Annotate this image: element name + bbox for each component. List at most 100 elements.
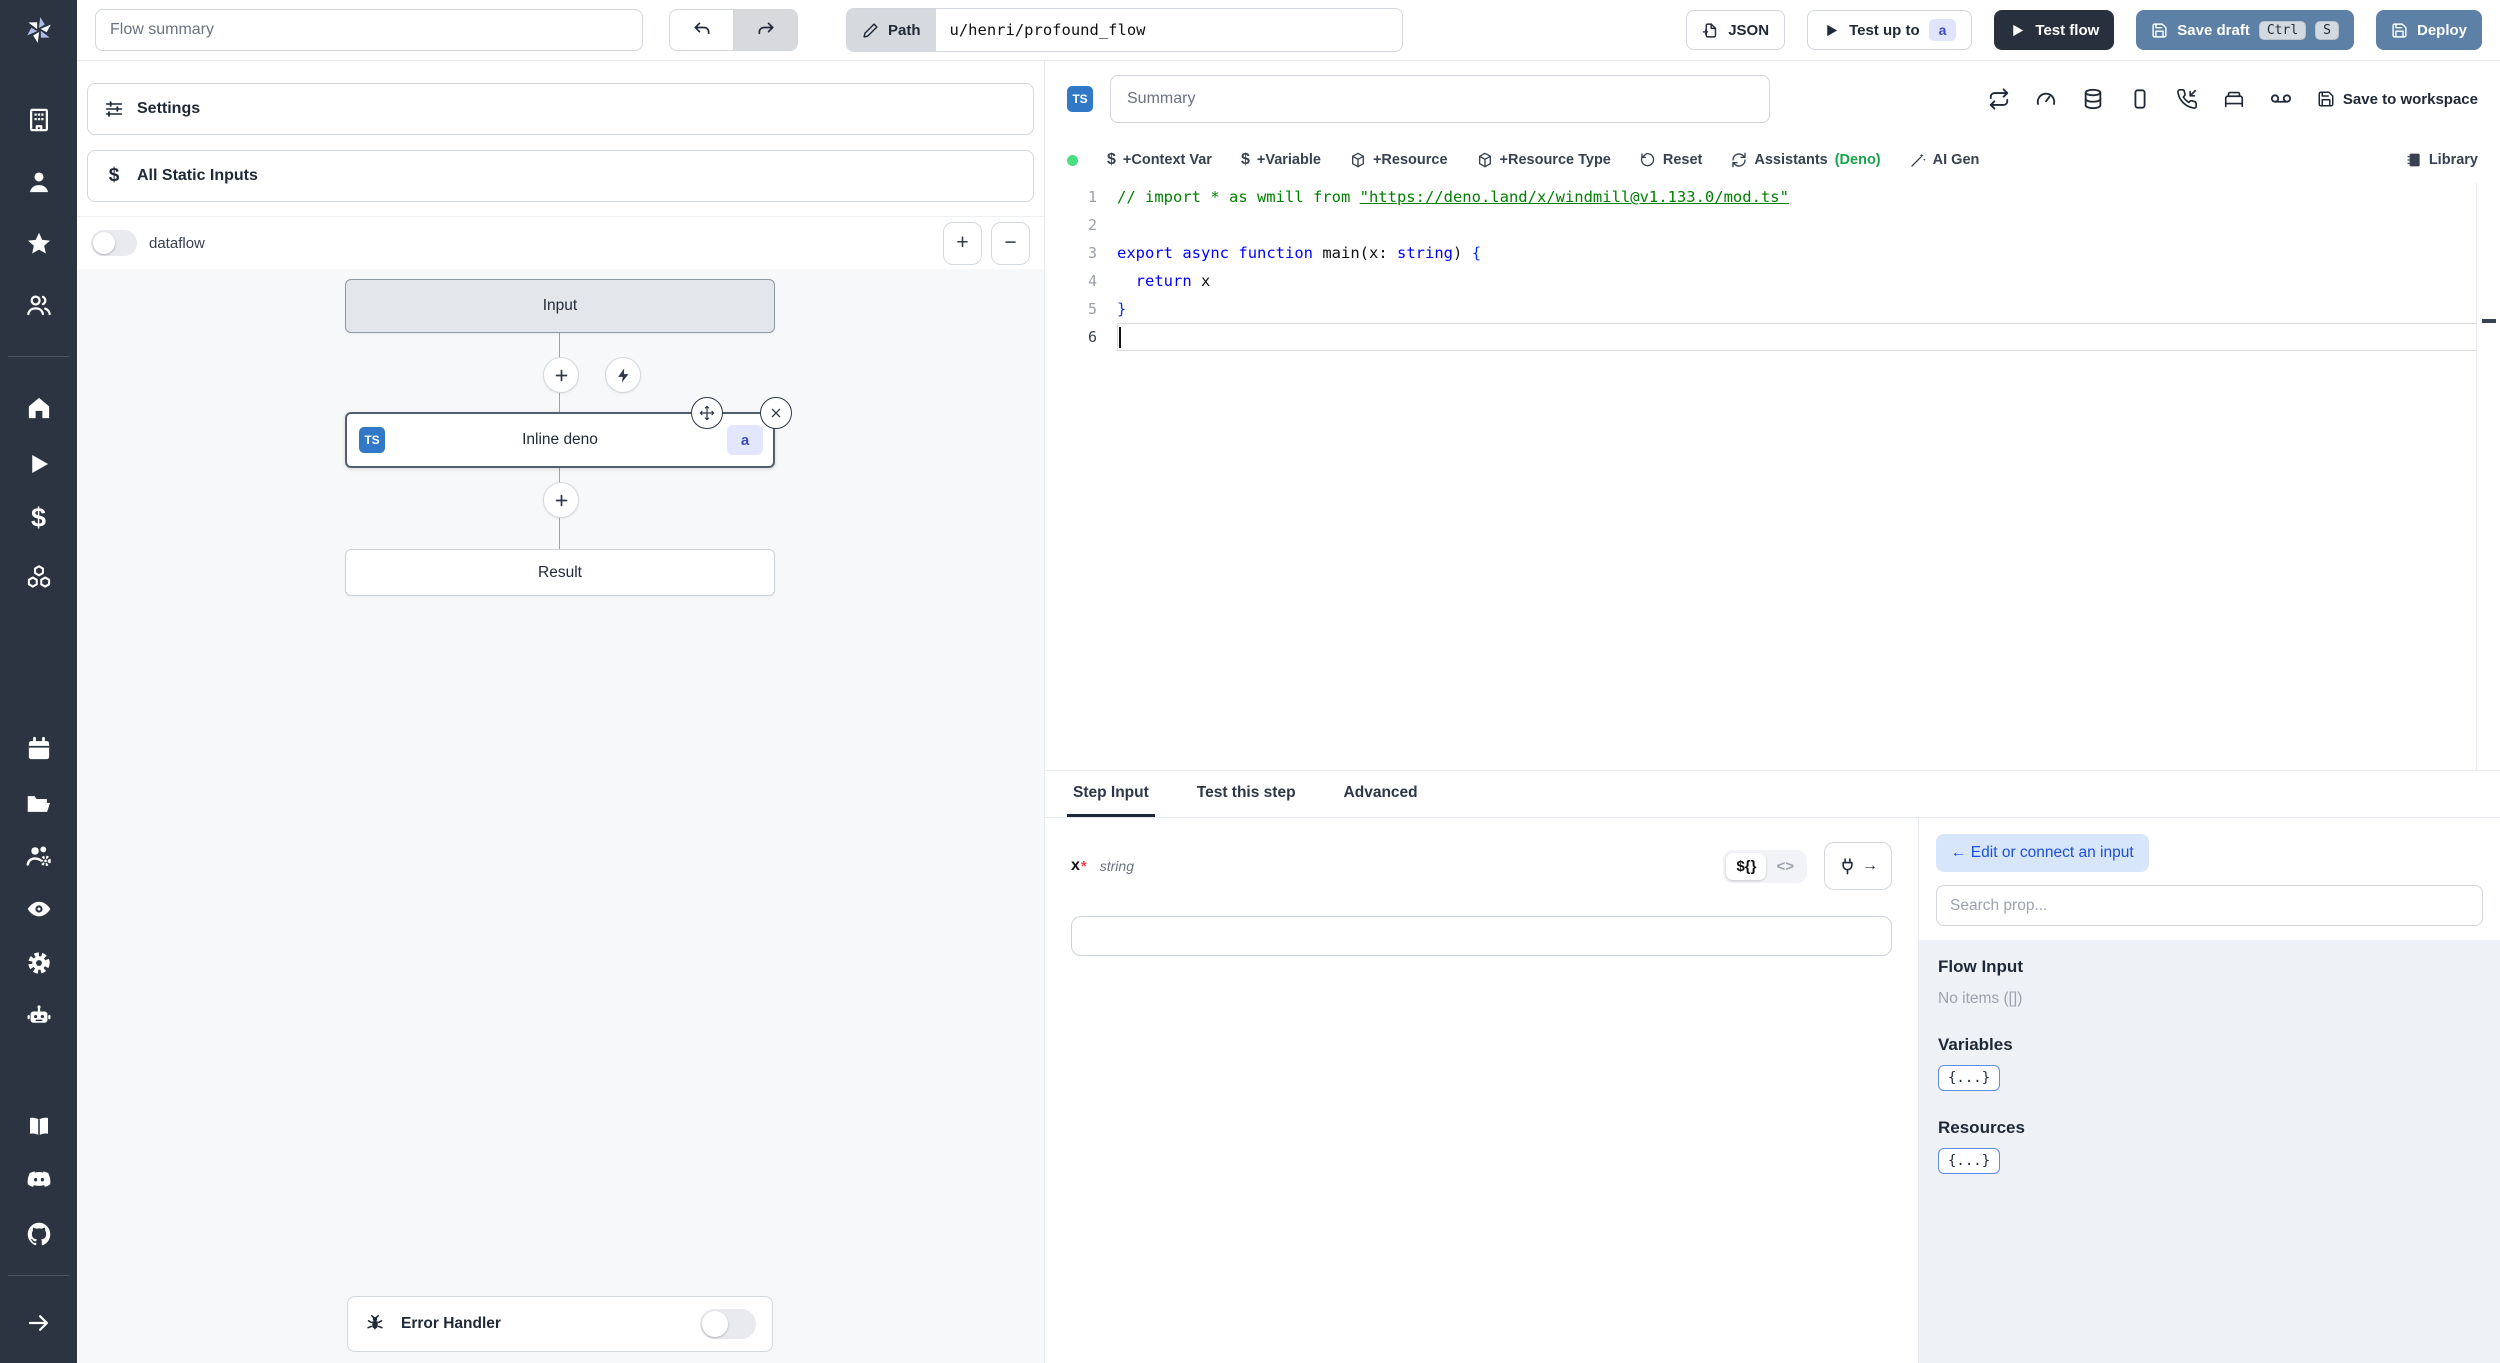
redo-icon xyxy=(758,22,773,35)
reset-button[interactable]: Reset xyxy=(1640,152,1702,168)
add-context-var-button[interactable]: $ +Context Var xyxy=(1107,151,1212,169)
redo-button[interactable] xyxy=(733,10,797,50)
kbd-s: S xyxy=(2315,20,2339,40)
bed-icon[interactable] xyxy=(2223,88,2245,110)
flow-summary-input[interactable] xyxy=(95,9,643,51)
graph-node-input[interactable]: Input xyxy=(345,279,775,333)
flow-settings-button[interactable]: Settings xyxy=(87,83,1034,135)
line-number: 6 xyxy=(1087,328,1097,346)
edit-or-connect-pill[interactable]: ← Edit or connect an input xyxy=(1936,834,2149,872)
editor-panel: TS Save to workspace $ +Context Var xyxy=(1045,61,2500,1363)
insert-step-button[interactable] xyxy=(543,482,579,518)
ai-gen-button[interactable]: AI Gen xyxy=(1910,152,1979,168)
path-group: Path u/henri/profound_flow xyxy=(846,8,1403,52)
database-icon[interactable] xyxy=(2082,88,2104,110)
settings-label: Settings xyxy=(137,100,201,117)
add-resource-type-button[interactable]: +Resource Type xyxy=(1477,152,1611,168)
discord-icon[interactable] xyxy=(25,1168,52,1195)
settings-gear-icon[interactable] xyxy=(25,950,52,977)
trigger-bolt-button[interactable] xyxy=(605,357,641,393)
code-editor[interactable]: 1// import * as wmill from "https://deno… xyxy=(1045,183,2500,770)
runs-play-icon[interactable] xyxy=(25,451,52,478)
step-summary-input[interactable] xyxy=(1110,75,1770,123)
all-static-inputs-button[interactable]: $ All Static Inputs xyxy=(87,150,1034,202)
users-icon[interactable] xyxy=(25,292,52,319)
zoom-in-button[interactable]: + xyxy=(943,221,982,265)
test-up-to-button[interactable]: Test up to a xyxy=(1807,10,1973,50)
home-icon[interactable] xyxy=(25,395,52,422)
tab-step-input[interactable]: Step Input xyxy=(1067,771,1155,817)
cube-icon xyxy=(1351,152,1364,168)
search-prop-input[interactable] xyxy=(1936,885,2483,926)
code-line-2[interactable]: 2 xyxy=(1045,211,2500,239)
code-line-6[interactable]: 6 xyxy=(1045,323,2500,351)
static-inputs-label: All Static Inputs xyxy=(137,167,258,184)
save-to-workspace-button[interactable]: Save to workspace xyxy=(2317,90,2478,108)
editor-overview-ruler[interactable] xyxy=(2476,183,2500,770)
connect-input-button[interactable]: → xyxy=(1824,842,1892,890)
save-draft-button[interactable]: Save draft Ctrl S xyxy=(2136,10,2354,50)
user-cog-icon[interactable] xyxy=(25,843,52,870)
editor-toolbar: $ +Context Var $ +Variable +Resource +Re… xyxy=(1045,137,2500,183)
insert-step-button[interactable] xyxy=(543,357,579,393)
tab-test-this-step[interactable]: Test this step xyxy=(1191,771,1302,817)
voicemail-icon[interactable] xyxy=(2270,88,2292,110)
test-flow-button[interactable]: Test flow xyxy=(1994,10,2115,50)
save-draft-label: Save draft xyxy=(2177,21,2250,39)
error-handler-node[interactable]: Error Handler xyxy=(347,1296,773,1352)
delete-step-button[interactable] xyxy=(760,397,792,429)
graph-node-result[interactable]: Result xyxy=(345,549,775,596)
user-icon[interactable] xyxy=(25,169,52,196)
language-ready-indicator xyxy=(1067,154,1078,166)
gauge-icon[interactable] xyxy=(2035,88,2057,110)
bolt-icon xyxy=(617,367,628,383)
tab-advanced[interactable]: Advanced xyxy=(1338,771,1424,817)
code-line-1[interactable]: 1// import * as wmill from "https://deno… xyxy=(1045,183,2500,211)
path-button[interactable]: Path xyxy=(847,9,936,51)
json-button[interactable]: JSON xyxy=(1686,10,1786,50)
arrow-right-icon: → xyxy=(1862,857,1878,874)
prop-picker-body: Flow Input No items ([]) Variables {...}… xyxy=(1919,940,2500,1363)
reload-icon[interactable] xyxy=(1988,88,2010,110)
path-value[interactable]: u/henri/profound_flow xyxy=(935,9,1402,51)
move-step-button[interactable] xyxy=(691,397,723,429)
dataflow-toggle[interactable] xyxy=(91,230,137,256)
code-line-4[interactable]: 4 return x xyxy=(1045,267,2500,295)
code-mode-button[interactable]: <> xyxy=(1766,853,1804,880)
schedules-calendar-icon[interactable] xyxy=(25,736,52,763)
error-handler-toggle[interactable] xyxy=(700,1309,756,1339)
add-resource-button[interactable]: +Resource xyxy=(1350,152,1448,168)
rotate-ccw-icon xyxy=(1640,153,1655,167)
flow-graph-canvas[interactable]: Input TS Inline deno a Result Error Hand… xyxy=(77,269,1044,1363)
deploy-button[interactable]: Deploy xyxy=(2375,10,2482,50)
library-button[interactable]: Library xyxy=(2406,152,2478,168)
variables-chip[interactable]: {...} xyxy=(1938,1065,2001,1091)
eye-icon[interactable] xyxy=(25,896,52,923)
github-icon[interactable] xyxy=(25,1221,52,1248)
error-handler-label: Error Handler xyxy=(401,1315,501,1332)
code-line-3[interactable]: 3 export async function main(x: string) { xyxy=(1045,239,2500,267)
star-icon[interactable] xyxy=(25,231,52,258)
building-icon[interactable] xyxy=(25,107,52,134)
field-x-input[interactable] xyxy=(1071,916,1892,956)
expand-arrow-icon[interactable] xyxy=(25,1310,52,1337)
windmill-logo-icon[interactable] xyxy=(25,17,52,44)
docs-book-icon[interactable] xyxy=(25,1114,52,1141)
sliders-icon xyxy=(105,101,123,117)
smartphone-icon[interactable] xyxy=(2129,88,2151,110)
prop-picker-panel: ← Edit or connect an input Flow Input No… xyxy=(1918,818,2500,1363)
bot-icon[interactable] xyxy=(25,1003,52,1030)
code-line-5[interactable]: 5} xyxy=(1045,295,2500,323)
add-variable-button[interactable]: $ +Variable xyxy=(1241,151,1321,169)
variables-dollar-icon[interactable]: $ xyxy=(31,503,46,534)
phone-incoming-icon[interactable] xyxy=(2176,88,2198,110)
bug-icon xyxy=(367,1314,383,1330)
undo-button[interactable] xyxy=(670,10,733,50)
resources-chip[interactable]: {...} xyxy=(1938,1148,2001,1174)
assistants-button[interactable]: Assistants (Deno) xyxy=(1731,152,1881,168)
folder-open-icon[interactable] xyxy=(25,791,52,818)
zoom-out-button[interactable]: − xyxy=(991,221,1030,265)
resources-boxes-icon[interactable] xyxy=(25,564,52,591)
variable-label: +Variable xyxy=(1256,152,1321,168)
template-mode-button[interactable]: ${} xyxy=(1726,852,1767,880)
